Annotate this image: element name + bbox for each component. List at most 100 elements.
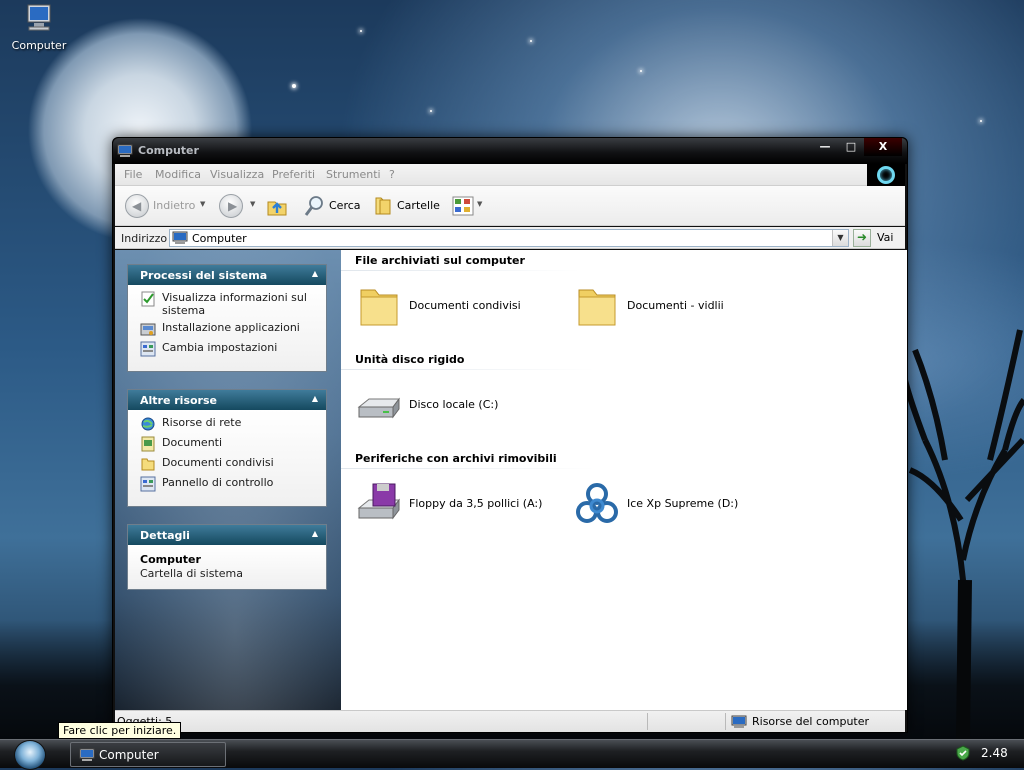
minimize-button[interactable]: — bbox=[812, 138, 838, 156]
back-dropdown-icon[interactable]: ▼ bbox=[200, 200, 205, 208]
forward-dropdown-icon[interactable]: ▼ bbox=[250, 200, 255, 208]
install-programs-icon bbox=[140, 323, 156, 336]
folder-icon bbox=[141, 458, 155, 471]
panel-header-details[interactable]: Dettagli ▲ bbox=[128, 525, 326, 545]
taskbar-button-label: Computer bbox=[99, 748, 159, 762]
folder-icon bbox=[360, 289, 398, 326]
item-user-documents[interactable]: Documenti - vidlii bbox=[573, 284, 783, 330]
group-divider bbox=[341, 270, 581, 271]
address-input[interactable]: Computer ▼ bbox=[169, 229, 849, 247]
forward-button[interactable]: ▶ bbox=[219, 194, 243, 218]
folders-button[interactable]: Cartelle bbox=[397, 199, 440, 212]
task-install-apps[interactable]: Installazione applicazioni bbox=[140, 321, 318, 341]
star bbox=[292, 84, 296, 88]
menu-strumenti[interactable]: Strumenti bbox=[326, 168, 381, 181]
close-button[interactable]: X bbox=[864, 138, 902, 156]
go-label: Vai bbox=[877, 231, 894, 244]
status-separator bbox=[647, 713, 648, 730]
taskbar: Computer bbox=[0, 739, 1024, 770]
folders-icon[interactable] bbox=[371, 194, 395, 218]
panel-system-tasks: Processi del sistema ▲ Visualizza inform… bbox=[127, 264, 327, 372]
windows-logo-icon bbox=[877, 166, 895, 184]
panel-header-other[interactable]: Altre risorse ▲ bbox=[128, 390, 326, 410]
task-view-system-info[interactable]: Visualizza informazioni sul sistema bbox=[140, 291, 318, 321]
collapse-chevron-icon[interactable]: ▲ bbox=[312, 394, 318, 403]
group-divider bbox=[341, 369, 595, 370]
panel-title: Altre risorse bbox=[140, 394, 217, 407]
network-globe-icon bbox=[141, 417, 155, 431]
status-location: Risorse del computer bbox=[752, 715, 870, 728]
item-local-disk-c[interactable]: Disco locale (C:) bbox=[355, 383, 565, 429]
content-area: File archiviati sul computer Documenti c… bbox=[341, 250, 907, 710]
address-dropdown-icon[interactable]: ▼ bbox=[832, 230, 848, 246]
back-label: Indietro bbox=[153, 199, 196, 212]
star bbox=[640, 70, 642, 72]
computer-icon bbox=[117, 144, 133, 157]
start-button[interactable] bbox=[14, 740, 46, 770]
group-divider bbox=[341, 468, 595, 469]
task-pane: Processi del sistema ▲ Visualizza inform… bbox=[115, 250, 341, 710]
star bbox=[360, 30, 362, 32]
go-button[interactable]: ➜ Vai bbox=[853, 229, 903, 247]
views-icon[interactable] bbox=[451, 194, 475, 218]
control-panel-icon bbox=[140, 341, 156, 357]
documents-icon bbox=[141, 436, 155, 452]
task-control-panel[interactable]: Pannello di controllo bbox=[140, 476, 318, 496]
menu-help[interactable]: ? bbox=[389, 168, 395, 181]
security-shield-icon[interactable] bbox=[955, 745, 971, 761]
forward-arrow-icon: ▶ bbox=[228, 199, 238, 213]
details-name: Computer bbox=[140, 553, 201, 566]
group-header-removable: Periferiche con archivi rimovibili bbox=[355, 452, 557, 465]
item-cd-drive-d[interactable]: Ice Xp Supreme (D:) bbox=[573, 482, 783, 528]
desktop-computer-icon[interactable]: Computer bbox=[8, 2, 70, 52]
back-button[interactable]: ◀ bbox=[125, 194, 149, 218]
menu-bar: File Modifica Visualizza Preferiti Strum… bbox=[115, 164, 905, 186]
control-panel-icon bbox=[140, 476, 156, 492]
task-network-places[interactable]: Risorse di rete bbox=[140, 416, 318, 436]
taskbar-button-computer[interactable]: Computer bbox=[70, 742, 226, 767]
system-clock[interactable]: 2.48 bbox=[981, 746, 1008, 760]
floppy-drive-icon bbox=[357, 483, 400, 520]
status-separator bbox=[725, 713, 726, 730]
back-arrow-icon: ◀ bbox=[132, 199, 142, 213]
collapse-chevron-icon[interactable]: ▲ bbox=[312, 529, 318, 538]
panel-details: Dettagli ▲ Computer Cartella di sistema bbox=[127, 524, 327, 590]
star bbox=[980, 120, 982, 122]
title-bar[interactable]: Computer — □ X bbox=[113, 138, 907, 164]
group-header-files: File archiviati sul computer bbox=[355, 254, 525, 267]
address-value: Computer bbox=[192, 232, 247, 245]
explorer-window: Computer — □ X File Modifica Visualizza … bbox=[112, 137, 908, 733]
item-floppy-a[interactable]: Floppy da 3,5 pollici (A:) bbox=[355, 482, 565, 528]
panel-title: Dettagli bbox=[140, 529, 190, 542]
start-tooltip: Fare clic per iniziare. bbox=[58, 722, 182, 739]
checkmark-document-icon bbox=[141, 291, 155, 307]
star bbox=[430, 110, 432, 112]
panel-header-system[interactable]: Processi del sistema ▲ bbox=[128, 265, 326, 285]
menu-file[interactable]: File bbox=[124, 168, 142, 181]
up-folder-icon[interactable] bbox=[265, 194, 289, 218]
hard-drive-icon bbox=[357, 397, 400, 419]
menu-preferiti[interactable]: Preferiti bbox=[272, 168, 315, 181]
folder-icon bbox=[578, 289, 616, 326]
toolbar: ◀ Indietro ▼ ▶ ▼ Cerca Cartelle ▼ bbox=[115, 186, 905, 226]
panel-title: Processi del sistema bbox=[140, 269, 268, 282]
details-type: Cartella di sistema bbox=[140, 567, 243, 580]
tree-silhouette bbox=[905, 329, 1024, 740]
window-title: Computer bbox=[138, 144, 199, 157]
task-documents[interactable]: Documenti bbox=[140, 436, 318, 456]
desktop-icon-label: Computer bbox=[11, 39, 67, 52]
maximize-button[interactable]: □ bbox=[838, 138, 864, 156]
task-shared-documents[interactable]: Documenti condivisi bbox=[140, 456, 318, 476]
item-shared-documents[interactable]: Documenti condivisi bbox=[355, 284, 565, 330]
address-label: Indirizzo bbox=[121, 232, 168, 245]
computer-icon bbox=[27, 4, 51, 31]
menu-modifica[interactable]: Modifica bbox=[155, 168, 201, 181]
address-bar: Indirizzo Computer ▼ ➜ Vai bbox=[115, 227, 905, 249]
collapse-chevron-icon[interactable]: ▲ bbox=[312, 269, 318, 278]
task-change-settings[interactable]: Cambia impostazioni bbox=[140, 341, 318, 361]
search-icon[interactable] bbox=[303, 194, 327, 218]
search-button[interactable]: Cerca bbox=[329, 199, 361, 212]
views-dropdown-icon[interactable]: ▼ bbox=[477, 200, 482, 208]
computer-icon bbox=[79, 748, 95, 761]
menu-visualizza[interactable]: Visualizza bbox=[210, 168, 264, 181]
